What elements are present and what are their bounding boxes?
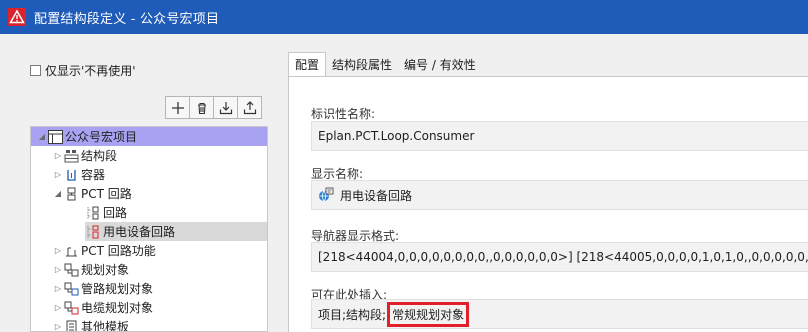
tree-item-structure-segment[interactable]: ▷ 结构段 xyxy=(53,146,117,165)
configuration-panel: 标识性名称: Eplan.PCT.Loop.Consumer 显示名称: 用电设… xyxy=(288,76,808,332)
expand-arrow-icon[interactable]: ▷ xyxy=(53,322,63,331)
tree-item-cable-planning[interactable]: ▷ 电缆规划对象 xyxy=(53,298,153,317)
cable-planning-icon xyxy=(63,300,79,315)
eplan-warning-logo-icon xyxy=(8,8,26,26)
add-icon xyxy=(171,101,184,114)
navigator-format-value: [218<44004,0,0,0,0,0,0,0,0,,0,0,0,0,0,0>… xyxy=(318,250,808,264)
tab-numbering-validity[interactable]: 编号 / 有效性 xyxy=(398,52,482,76)
tab-structure-properties[interactable]: 结构段属性 xyxy=(326,52,398,76)
splitter-scrollbar[interactable] xyxy=(268,34,282,332)
add-button[interactable] xyxy=(165,96,190,119)
identifier-label: 标识性名称: xyxy=(311,107,376,121)
project-icon xyxy=(47,129,63,144)
tree-item-label: 规划对象 xyxy=(81,263,130,277)
delete-icon xyxy=(197,102,206,114)
identifier-value: Eplan.PCT.Loop.Consumer xyxy=(318,129,475,143)
tree-item-consumer-loop[interactable]: 用电设备回路 xyxy=(85,222,267,241)
export-button[interactable] xyxy=(237,96,262,119)
display-name-field[interactable]: 用电设备回路 xyxy=(311,180,808,210)
collapse-arrow-icon[interactable]: ◢ xyxy=(53,189,63,198)
tree-item-label: 管路规划对象 xyxy=(81,282,154,296)
tree-item-label: 用电设备回路 xyxy=(103,225,176,239)
pct-function-icon xyxy=(63,243,79,258)
expand-arrow-icon[interactable]: ▷ xyxy=(53,151,63,160)
pct-loop-icon xyxy=(63,186,79,201)
loop-icon xyxy=(85,205,101,220)
right-panel: 配置 结构段属性 编号 / 有效性 标识性名称: Eplan.PCT.Loop.… xyxy=(284,34,808,332)
expand-arrow-icon[interactable]: ▷ xyxy=(53,246,63,255)
tree-item-planning-object[interactable]: ▷ 规划对象 xyxy=(53,260,129,279)
insert-location-prefix: 项目;结构段; xyxy=(318,307,387,322)
tree-item-label: 公众号宏项目 xyxy=(65,130,138,144)
structure-segment-icon xyxy=(63,148,79,163)
globe-language-icon xyxy=(319,187,334,202)
delete-button[interactable] xyxy=(189,96,214,119)
expand-arrow-icon[interactable]: ▷ xyxy=(53,284,63,293)
tree-item-pct-function[interactable]: ▷ PCT 回路功能 xyxy=(53,241,156,260)
show-unused-label: 仅显示'不再使用' xyxy=(45,64,136,78)
display-name-value: 用电设备回路 xyxy=(340,188,413,203)
piping-planning-icon xyxy=(63,281,79,296)
tree-item-label: 容器 xyxy=(81,168,106,182)
identifier-field[interactable]: Eplan.PCT.Loop.Consumer xyxy=(311,121,808,151)
template-icon xyxy=(63,319,79,331)
tree-item-label: PCT 回路 xyxy=(81,187,132,201)
tree-item-label: 其他模板 xyxy=(81,320,130,332)
show-unused-checkbox[interactable] xyxy=(30,65,41,76)
tree-item-piping-planning[interactable]: ▷ 管路规划对象 xyxy=(53,279,153,298)
show-unused-option[interactable]: 仅显示'不再使用' xyxy=(30,62,136,79)
structure-tree[interactable]: ◢ 公众号宏项目 ▷ 结构段 ▷ 容器 ◢ PCT 回路 回路 用电设备回路 ▷… xyxy=(30,126,268,332)
tree-item-root[interactable]: ◢ 公众号宏项目 xyxy=(31,127,267,146)
tree-item-label: PCT 回路功能 xyxy=(81,244,156,258)
consumer-loop-icon xyxy=(85,224,101,239)
tree-item-label: 回路 xyxy=(103,206,128,220)
tree-item-label: 电缆规划对象 xyxy=(81,301,154,315)
export-icon xyxy=(243,100,256,114)
tab-bar: 配置 结构段属性 编号 / 有效性 xyxy=(288,52,482,76)
title-bar: 配置结构段定义 - 公众号宏项目 xyxy=(0,0,808,34)
expand-arrow-icon[interactable]: ▷ xyxy=(53,303,63,312)
planning-object-icon xyxy=(63,262,79,277)
tree-toolbar xyxy=(165,96,262,119)
tree-item-label: 结构段 xyxy=(81,149,118,163)
import-button[interactable] xyxy=(213,96,238,119)
container-icon xyxy=(63,167,79,182)
navigator-format-field[interactable]: [218<44004,0,0,0,0,0,0,0,0,,0,0,0,0,0,0>… xyxy=(311,242,808,272)
insert-location-field[interactable]: 项目;结构段; 常规规划对象 xyxy=(311,299,808,329)
tree-item-loop[interactable]: 回路 xyxy=(85,203,127,222)
import-icon xyxy=(219,101,232,114)
insert-location-highlight: 常规规划对象 xyxy=(387,301,470,327)
expand-arrow-icon[interactable]: ▷ xyxy=(53,170,63,179)
tree-item-template[interactable]: ▷ 其他模板 xyxy=(53,317,130,332)
window-title: 配置结构段定义 - 公众号宏项目 xyxy=(34,11,220,27)
expand-arrow-icon[interactable]: ▷ xyxy=(53,265,63,274)
tree-item-container[interactable]: ▷ 容器 xyxy=(53,165,105,184)
left-panel: 仅显示'不再使用' ◢ 公众号宏项目 ▷ 结构段 ▷ 容器 ◢ PCT 回路 回… xyxy=(0,34,282,332)
tab-configuration[interactable]: 配置 xyxy=(288,52,327,76)
tree-item-pct-loop[interactable]: ◢ PCT 回路 xyxy=(53,184,132,203)
collapse-arrow-icon[interactable]: ◢ xyxy=(37,132,47,141)
